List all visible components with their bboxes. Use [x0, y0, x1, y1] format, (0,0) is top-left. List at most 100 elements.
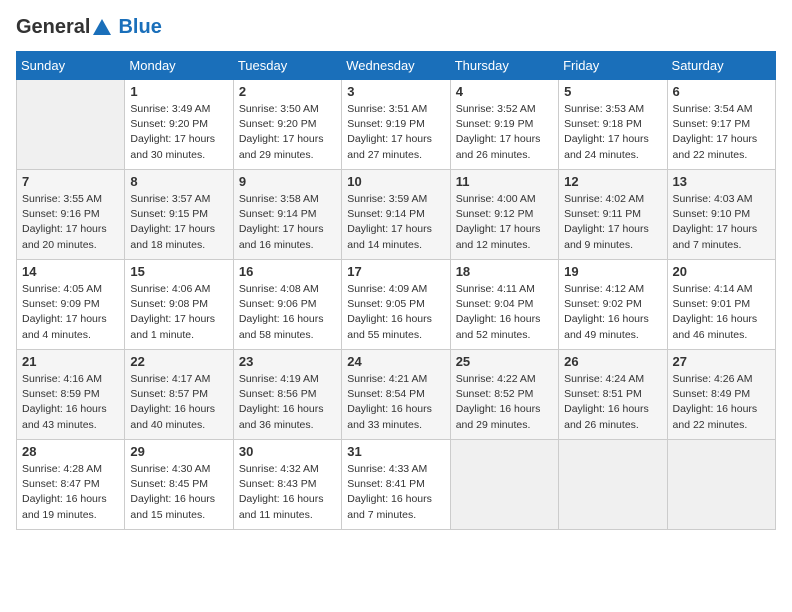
calendar-cell: 4 Sunrise: 3:52 AMSunset: 9:19 PMDaylight…: [450, 80, 558, 170]
weekday-sunday: Sunday: [17, 52, 125, 80]
day-info: Sunrise: 4:24 AMSunset: 8:51 PMDaylight:…: [564, 372, 661, 433]
day-number: 15: [130, 264, 227, 279]
day-info: Sunrise: 3:51 AMSunset: 9:19 PMDaylight:…: [347, 102, 444, 163]
logo: General Blue: [16, 16, 162, 39]
calendar-cell: 12 Sunrise: 4:02 AMSunset: 9:11 PMDayligh…: [559, 170, 667, 260]
day-number: 4: [456, 84, 553, 99]
day-info: Sunrise: 3:58 AMSunset: 9:14 PMDaylight:…: [239, 192, 336, 253]
calendar-cell: 27 Sunrise: 4:26 AMSunset: 8:49 PMDayligh…: [667, 350, 775, 440]
day-number: 28: [22, 444, 119, 459]
day-number: 29: [130, 444, 227, 459]
day-info: Sunrise: 4:30 AMSunset: 8:45 PMDaylight:…: [130, 462, 227, 523]
calendar-cell: 15 Sunrise: 4:06 AMSunset: 9:08 PMDayligh…: [125, 260, 233, 350]
day-number: 18: [456, 264, 553, 279]
day-number: 16: [239, 264, 336, 279]
weekday-saturday: Saturday: [667, 52, 775, 80]
calendar-cell: 19 Sunrise: 4:12 AMSunset: 9:02 PMDayligh…: [559, 260, 667, 350]
logo-icon: [91, 17, 113, 39]
day-info: Sunrise: 3:52 AMSunset: 9:19 PMDaylight:…: [456, 102, 553, 163]
day-number: 25: [456, 354, 553, 369]
calendar-cell: 30 Sunrise: 4:32 AMSunset: 8:43 PMDayligh…: [233, 440, 341, 530]
day-info: Sunrise: 4:26 AMSunset: 8:49 PMDaylight:…: [673, 372, 770, 433]
week-row-4: 21 Sunrise: 4:16 AMSunset: 8:59 PMDayligh…: [17, 350, 776, 440]
calendar-cell: 9Sunrise: 3:58 AMSunset: 9:14 PMDaylight…: [233, 170, 341, 260]
calendar-cell: 18Sunrise: 4:11 AMSunset: 9:04 PMDayligh…: [450, 260, 558, 350]
calendar-cell: 24 Sunrise: 4:21 AMSunset: 8:54 PMDayligh…: [342, 350, 450, 440]
logo-text: General: [16, 16, 90, 39]
calendar-cell: 11 Sunrise: 4:00 AMSunset: 9:12 PMDayligh…: [450, 170, 558, 260]
day-number: 30: [239, 444, 336, 459]
calendar-cell: 1 Sunrise: 3:49 AMSunset: 9:20 PMDaylight…: [125, 80, 233, 170]
week-row-2: 7 Sunrise: 3:55 AMSunset: 9:16 PMDaylight…: [17, 170, 776, 260]
day-info: Sunrise: 3:55 AMSunset: 9:16 PMDaylight:…: [22, 192, 119, 253]
day-info: Sunrise: 4:06 AMSunset: 9:08 PMDaylight:…: [130, 282, 227, 343]
day-info: Sunrise: 4:00 AMSunset: 9:12 PMDaylight:…: [456, 192, 553, 253]
page-header: General Blue: [16, 16, 776, 39]
day-number: 22: [130, 354, 227, 369]
calendar-cell: 22 Sunrise: 4:17 AMSunset: 8:57 PMDayligh…: [125, 350, 233, 440]
calendar-cell: 8 Sunrise: 3:57 AMSunset: 9:15 PMDaylight…: [125, 170, 233, 260]
day-info: Sunrise: 4:08 AMSunset: 9:06 PMDaylight:…: [239, 282, 336, 343]
day-info: Sunrise: 4:16 AMSunset: 8:59 PMDaylight:…: [22, 372, 119, 433]
day-number: 14: [22, 264, 119, 279]
day-number: 11: [456, 174, 553, 189]
day-info: Sunrise: 3:57 AMSunset: 9:15 PMDaylight:…: [130, 192, 227, 253]
day-number: 27: [673, 354, 770, 369]
calendar-cell: 6 Sunrise: 3:54 AMSunset: 9:17 PMDaylight…: [667, 80, 775, 170]
day-info: Sunrise: 4:32 AMSunset: 8:43 PMDaylight:…: [239, 462, 336, 523]
calendar-cell: 21 Sunrise: 4:16 AMSunset: 8:59 PMDayligh…: [17, 350, 125, 440]
day-info: Sunrise: 3:59 AMSunset: 9:14 PMDaylight:…: [347, 192, 444, 253]
calendar-cell: 25 Sunrise: 4:22 AMSunset: 8:52 PMDayligh…: [450, 350, 558, 440]
day-number: 12: [564, 174, 661, 189]
calendar-cell: 2Sunrise: 3:50 AMSunset: 9:20 PMDaylight…: [233, 80, 341, 170]
day-info: Sunrise: 4:33 AMSunset: 8:41 PMDaylight:…: [347, 462, 444, 523]
day-number: 8: [130, 174, 227, 189]
day-info: Sunrise: 4:21 AMSunset: 8:54 PMDaylight:…: [347, 372, 444, 433]
day-number: 20: [673, 264, 770, 279]
day-number: 13: [673, 174, 770, 189]
calendar-cell: 28Sunrise: 4:28 AMSunset: 8:47 PMDayligh…: [17, 440, 125, 530]
day-info: Sunrise: 4:02 AMSunset: 9:11 PMDaylight:…: [564, 192, 661, 253]
calendar-table: SundayMondayTuesdayWednesdayThursdayFrid…: [16, 51, 776, 530]
calendar-cell: 29 Sunrise: 4:30 AMSunset: 8:45 PMDayligh…: [125, 440, 233, 530]
calendar-cell: [559, 440, 667, 530]
day-info: Sunrise: 4:22 AMSunset: 8:52 PMDaylight:…: [456, 372, 553, 433]
day-number: 7: [22, 174, 119, 189]
calendar-cell: 10 Sunrise: 3:59 AMSunset: 9:14 PMDayligh…: [342, 170, 450, 260]
day-info: Sunrise: 3:54 AMSunset: 9:17 PMDaylight:…: [673, 102, 770, 163]
calendar-cell: 31Sunrise: 4:33 AMSunset: 8:41 PMDayligh…: [342, 440, 450, 530]
weekday-header-row: SundayMondayTuesdayWednesdayThursdayFrid…: [17, 52, 776, 80]
calendar-cell: 14Sunrise: 4:05 AMSunset: 9:09 PMDayligh…: [17, 260, 125, 350]
day-number: 10: [347, 174, 444, 189]
week-row-1: 1 Sunrise: 3:49 AMSunset: 9:20 PMDaylight…: [17, 80, 776, 170]
weekday-tuesday: Tuesday: [233, 52, 341, 80]
day-number: 5: [564, 84, 661, 99]
day-info: Sunrise: 4:09 AMSunset: 9:05 PMDaylight:…: [347, 282, 444, 343]
weekday-wednesday: Wednesday: [342, 52, 450, 80]
day-info: Sunrise: 4:12 AMSunset: 9:02 PMDaylight:…: [564, 282, 661, 343]
calendar-cell: 7 Sunrise: 3:55 AMSunset: 9:16 PMDaylight…: [17, 170, 125, 260]
day-number: 17: [347, 264, 444, 279]
day-number: 26: [564, 354, 661, 369]
day-number: 1: [130, 84, 227, 99]
calendar-cell: [667, 440, 775, 530]
day-info: Sunrise: 3:50 AMSunset: 9:20 PMDaylight:…: [239, 102, 336, 163]
day-info: Sunrise: 4:03 AMSunset: 9:10 PMDaylight:…: [673, 192, 770, 253]
day-number: 23: [239, 354, 336, 369]
day-number: 19: [564, 264, 661, 279]
day-number: 24: [347, 354, 444, 369]
day-number: 21: [22, 354, 119, 369]
day-info: Sunrise: 3:53 AMSunset: 9:18 PMDaylight:…: [564, 102, 661, 163]
calendar-cell: 16 Sunrise: 4:08 AMSunset: 9:06 PMDayligh…: [233, 260, 341, 350]
calendar-cell: 13 Sunrise: 4:03 AMSunset: 9:10 PMDayligh…: [667, 170, 775, 260]
weekday-monday: Monday: [125, 52, 233, 80]
weekday-friday: Friday: [559, 52, 667, 80]
day-info: Sunrise: 4:17 AMSunset: 8:57 PMDaylight:…: [130, 372, 227, 433]
day-number: 6: [673, 84, 770, 99]
logo-blue-text: Blue: [118, 16, 161, 38]
day-info: Sunrise: 4:14 AMSunset: 9:01 PMDaylight:…: [673, 282, 770, 343]
day-info: Sunrise: 3:49 AMSunset: 9:20 PMDaylight:…: [130, 102, 227, 163]
weekday-thursday: Thursday: [450, 52, 558, 80]
calendar-cell: 3Sunrise: 3:51 AMSunset: 9:19 PMDaylight…: [342, 80, 450, 170]
day-info: Sunrise: 4:19 AMSunset: 8:56 PMDaylight:…: [239, 372, 336, 433]
